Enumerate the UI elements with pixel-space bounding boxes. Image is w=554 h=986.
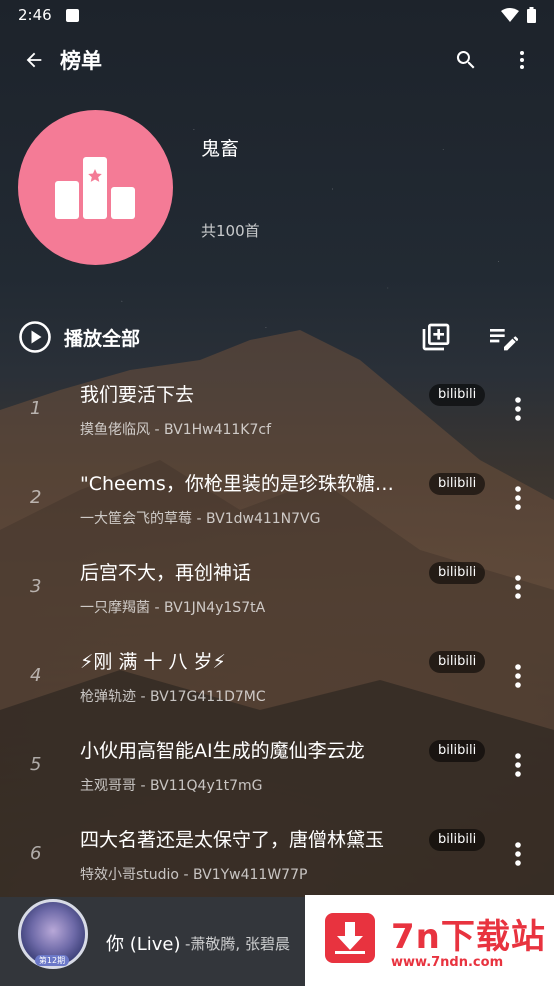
track-subtitle: 摸鱼佬临风 - BV1Hw411K7cf	[80, 422, 272, 438]
more-vert-icon	[515, 842, 521, 866]
track-more-button[interactable]	[505, 394, 531, 424]
notification-icon	[65, 8, 79, 22]
source-badge: bilibili	[429, 651, 486, 673]
track-subtitle: 一只摩羯菌 - BV1JN4y1S7tA	[80, 600, 266, 616]
search-button[interactable]	[448, 42, 484, 78]
playlist-add-icon	[422, 323, 450, 351]
track-row[interactable]: 4 ⚡刚 满 十 八 岁⚡ 枪弹轨迹 - BV17G411D7MC bilibi…	[0, 629, 554, 718]
status-time: 2:46	[18, 6, 52, 24]
now-playing-artist: -萧敬腾, 张碧晨	[185, 935, 290, 953]
source-badge: bilibili	[429, 829, 486, 851]
more-vert-icon	[515, 575, 521, 599]
track-index: 4	[30, 665, 42, 686]
track-title: 我们要活下去	[80, 384, 195, 406]
play-all-label: 播放全部	[64, 327, 141, 350]
watermark-url: www.7ndn.com	[391, 955, 504, 970]
more-vert-icon	[515, 397, 521, 421]
playlist-count: 共100首	[201, 222, 260, 240]
toolbar: 榜单	[0, 30, 554, 90]
track-title: 四大名著还是太保守了，唐僧林黛玉	[80, 829, 385, 851]
track-row[interactable]: 6 四大名著还是太保守了，唐僧林黛玉 特效小哥studio - BV1Yw411…	[0, 807, 554, 896]
track-subtitle: 主观哥哥 - BV11Q4y1t7mG	[80, 778, 263, 794]
play-circle-icon	[19, 321, 51, 353]
track-subtitle: 枪弹轨迹 - BV17G411D7MC	[80, 689, 266, 705]
track-more-button[interactable]	[505, 572, 531, 602]
podium-star-icon	[54, 156, 135, 219]
now-playing-title: 你 (Live)	[106, 934, 181, 955]
more-vert-icon	[515, 753, 521, 777]
back-arrow-icon	[26, 52, 42, 68]
track-title: ⚡刚 满 十 八 岁⚡	[80, 651, 226, 673]
track-title: "Cheems，你枪里装的是珍珠软糖吗？"	[80, 473, 410, 495]
track-index: 1	[30, 398, 42, 419]
status-bar: 2:46	[0, 0, 554, 30]
source-badge: bilibili	[429, 473, 486, 495]
track-index: 2	[30, 487, 42, 508]
source-badge: bilibili	[429, 384, 486, 406]
source-badge: bilibili	[429, 562, 486, 584]
track-more-button[interactable]	[505, 839, 531, 869]
playlist-edit-icon	[490, 329, 518, 351]
source-badge: bilibili	[429, 740, 486, 762]
track-row[interactable]: 2 "Cheems，你枪里装的是珍珠软糖吗？" 一大筐会飞的草莓 - BV1dw…	[0, 451, 554, 540]
track-title: 后宫不大，再创神话	[80, 562, 252, 584]
more-options-button[interactable]	[504, 42, 540, 78]
search-icon	[456, 51, 475, 69]
more-vert-icon	[520, 51, 524, 69]
watermark-brand: 7n下载站	[391, 917, 546, 957]
playlist-cover	[18, 110, 173, 265]
watermark: 7n下载站 www.7ndn.com	[305, 895, 554, 986]
add-to-playlist-button[interactable]	[417, 318, 455, 356]
track-index: 5	[30, 754, 42, 775]
back-button[interactable]	[16, 42, 52, 78]
cover-badge: 第12期	[35, 955, 69, 966]
track-subtitle: 特效小哥studio - BV1Yw411W77P	[80, 867, 308, 883]
track-row[interactable]: 5 小伙用高智能AI生成的魔仙李云龙 主观哥哥 - BV11Q4y1t7mG b…	[0, 718, 554, 807]
edit-list-button[interactable]	[483, 318, 521, 356]
playlist-name: 鬼畜	[201, 138, 240, 160]
track-subtitle: 一大筐会飞的草莓 - BV1dw411N7VG	[80, 511, 321, 527]
track-title: 小伙用高智能AI生成的魔仙李云龙	[80, 740, 365, 762]
track-list: 1 我们要活下去 摸鱼佬临风 - BV1Hw411K7cf bilibili 2…	[0, 362, 554, 896]
track-row[interactable]: 3 后宫不大，再创神话 一只摩羯菌 - BV1JN4y1S7tA bilibil…	[0, 540, 554, 629]
status-icons	[501, 7, 536, 23]
download-arrow-icon	[325, 913, 375, 963]
more-vert-icon	[515, 664, 521, 688]
track-index: 6	[30, 843, 42, 864]
play-all-button[interactable]: 播放全部	[18, 318, 140, 356]
track-more-button[interactable]	[505, 483, 531, 513]
track-more-button[interactable]	[505, 661, 531, 691]
battery-icon	[527, 7, 536, 23]
page-title: 榜单	[60, 49, 102, 73]
track-index: 3	[30, 576, 42, 597]
track-row[interactable]: 1 我们要活下去 摸鱼佬临风 - BV1Hw411K7cf bilibili	[0, 362, 554, 451]
track-more-button[interactable]	[505, 750, 531, 780]
more-vert-icon	[515, 486, 521, 510]
wifi-icon	[501, 8, 519, 22]
